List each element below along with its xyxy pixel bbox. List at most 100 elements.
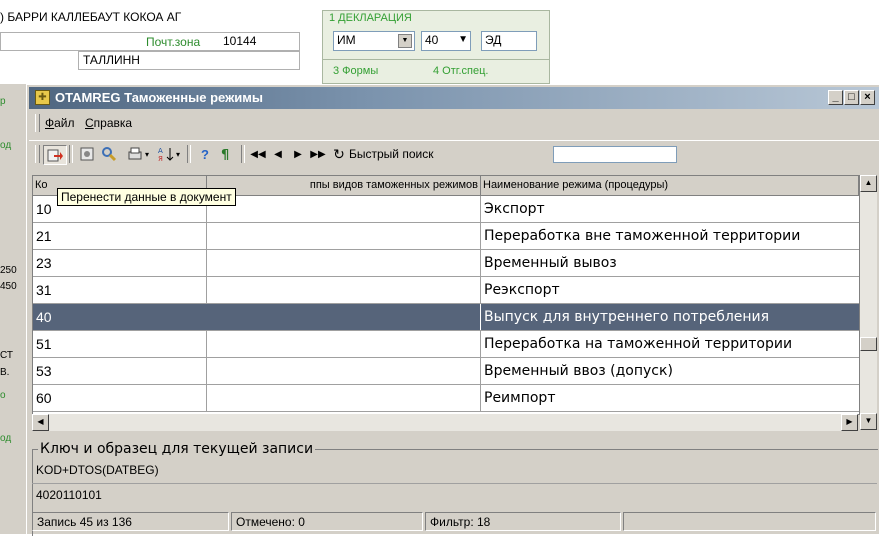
cell-group bbox=[207, 358, 481, 384]
status-marked: Отмечено: 0 bbox=[231, 512, 423, 531]
refresh-icon: ↻ bbox=[333, 145, 345, 162]
last-icon: ▶▶ bbox=[310, 148, 326, 160]
first-record-button[interactable]: ◀◀ bbox=[249, 145, 267, 163]
table-row[interactable]: 60 Реимпорт bbox=[33, 385, 859, 412]
cell-name: Переработка вне таможенной территории bbox=[484, 228, 801, 244]
group-legend: Ключ и образец для текущей записи bbox=[38, 441, 316, 457]
horizontal-scrollbar[interactable]: ◀ ▶ bbox=[32, 414, 858, 431]
refresh-button[interactable]: ↻ bbox=[331, 145, 347, 163]
svg-text:Я: Я bbox=[158, 155, 163, 162]
side-fragment: од bbox=[0, 140, 12, 151]
cell-code: 53 bbox=[33, 358, 207, 384]
divider bbox=[32, 483, 877, 484]
cell-name: Переработка на таможенной территории bbox=[484, 336, 793, 352]
spec-label: 4 Отг.спец. bbox=[433, 65, 489, 77]
cell-group bbox=[207, 304, 481, 330]
cell-name: Реэкспорт bbox=[484, 282, 560, 298]
table-row[interactable]: 51 Переработка на таможенной территории bbox=[33, 331, 859, 358]
table-row[interactable]: 53 Временный ввоз (допуск) bbox=[33, 358, 859, 385]
properties-button[interactable] bbox=[77, 145, 97, 163]
find-icon bbox=[102, 147, 117, 162]
postal-zone-value[interactable]: 10144 bbox=[223, 34, 256, 48]
cell-group bbox=[207, 223, 481, 249]
find-button[interactable] bbox=[99, 145, 119, 163]
print-icon bbox=[128, 147, 142, 160]
minimize-button[interactable]: _ bbox=[828, 90, 843, 105]
help-icon: ? bbox=[201, 146, 209, 162]
scroll-left-button[interactable]: ◀ bbox=[32, 414, 49, 431]
window-title: OTAMREG Таможенные режимы bbox=[55, 90, 263, 105]
table-row[interactable]: 23 Временный вывоз bbox=[33, 250, 859, 277]
otamreg-window: ✚ OTAMREG Таможенные режимы _ □ × Файл С… bbox=[26, 84, 879, 536]
cell-group bbox=[207, 385, 481, 411]
prev-record-button[interactable]: ◀ bbox=[271, 145, 285, 163]
menubar-grip bbox=[35, 114, 40, 132]
cell-name: Выпуск для внутреннего потребления bbox=[484, 309, 770, 325]
dropdown-arrow-icon[interactable]: ▼ bbox=[398, 34, 412, 48]
status-record: Запись 45 из 136 bbox=[32, 512, 229, 531]
cell-name: Временный ввоз (допуск) bbox=[484, 363, 673, 379]
toolbar-grip bbox=[35, 145, 40, 163]
side-fragment: о bbox=[0, 390, 6, 401]
menu-file[interactable]: Файл bbox=[45, 116, 75, 130]
app-icon: ✚ bbox=[35, 90, 50, 105]
close-button[interactable]: × bbox=[860, 90, 875, 105]
decl-type-select[interactable]: ИМ ▼ bbox=[333, 31, 415, 51]
side-fragment: р bbox=[0, 96, 6, 107]
scroll-down-button[interactable]: ▼ bbox=[860, 413, 877, 430]
menu-help[interactable]: Справка bbox=[85, 116, 132, 130]
scroll-up-button[interactable]: ▲ bbox=[860, 175, 877, 192]
svg-text:A: A bbox=[158, 147, 163, 155]
city-value: ТАЛЛИНН bbox=[83, 53, 140, 67]
divider bbox=[323, 59, 549, 60]
sort-menu-button[interactable]: AЯ ▾ bbox=[155, 145, 183, 163]
next-record-button[interactable]: ▶ bbox=[291, 145, 305, 163]
side-fragment: В. bbox=[0, 367, 10, 378]
declaration-label: 1 ДЕКЛАРАЦИЯ bbox=[329, 12, 412, 24]
table-row[interactable]: 31 Реэкспорт bbox=[33, 277, 859, 304]
vertical-scrollbar[interactable]: ▲ ▼ bbox=[860, 175, 877, 430]
decl-ed-field[interactable]: ЭД bbox=[481, 31, 537, 51]
last-record-button[interactable]: ▶▶ bbox=[309, 145, 327, 163]
paragraph-icon: ¶ bbox=[221, 148, 229, 162]
table-row[interactable]: 21 Переработка вне таможенной территории bbox=[33, 223, 859, 250]
cell-name: Экспорт bbox=[484, 201, 545, 217]
transfer-to-document-button[interactable] bbox=[43, 145, 67, 165]
quick-search-input[interactable] bbox=[553, 146, 677, 163]
cell-code: 23 bbox=[33, 250, 207, 276]
dropdown-arrow-icon[interactable]: ▼ bbox=[458, 34, 468, 45]
company-name: ) БАРРИ КАЛЛЕБАУТ КОКОА АГ bbox=[0, 10, 182, 24]
print-menu-button[interactable]: ▾ bbox=[123, 145, 153, 163]
left-strip bbox=[0, 84, 26, 534]
decl-type-value: ИМ bbox=[337, 33, 356, 47]
regimes-table: Ко ппы видов таможенных режимов Наименов… bbox=[32, 175, 860, 415]
table-row[interactable]: 40 Выпуск для внутреннего потребления bbox=[33, 304, 859, 331]
window-titlebar[interactable]: ✚ OTAMREG Таможенные режимы _ □ × bbox=[29, 87, 879, 109]
declaration-box: 1 ДЕКЛАРАЦИЯ ИМ ▼ 40 ▼ ЭД 3 Формы 4 Отг.… bbox=[322, 10, 550, 84]
paragraph-button[interactable]: ¶ bbox=[217, 145, 237, 163]
decl-procedure-select[interactable]: 40 ▼ bbox=[421, 31, 471, 51]
decl-ed-value: ЭД bbox=[485, 33, 502, 47]
cell-code: 31 bbox=[33, 277, 207, 303]
scroll-right-button[interactable]: ▶ bbox=[841, 414, 858, 431]
column-header-name[interactable]: Наименование режима (процедуры) bbox=[481, 176, 859, 196]
menubar: Файл Справка bbox=[29, 112, 879, 134]
city-field[interactable]: ТАЛЛИНН bbox=[78, 51, 300, 70]
tooltip: Перенести данные в документ bbox=[57, 188, 236, 206]
toolbar: ▾ AЯ ▾ ? ¶ ◀◀ ◀ ▶ ▶▶ ↻ Быстрый поиск bbox=[29, 140, 879, 167]
column-header-group[interactable]: ппы видов таможенных режимов bbox=[207, 176, 481, 196]
side-fragment: 450 bbox=[0, 281, 17, 292]
cell-code: 40 bbox=[33, 304, 207, 330]
next-icon: ▶ bbox=[294, 148, 302, 160]
scroll-thumb[interactable] bbox=[860, 337, 877, 351]
toolbar-separator bbox=[241, 145, 245, 163]
key-expression: KOD+DTOS(DATBEG) bbox=[36, 463, 159, 477]
cell-code: 21 bbox=[33, 223, 207, 249]
side-fragment: СТ bbox=[0, 350, 13, 361]
help-button[interactable]: ? bbox=[195, 145, 215, 163]
forms-label: 3 Формы bbox=[333, 65, 379, 77]
maximize-button[interactable]: □ bbox=[844, 90, 859, 105]
svg-text:¶: ¶ bbox=[221, 148, 229, 162]
cell-code: 60 bbox=[33, 385, 207, 411]
cell-name: Реимпорт bbox=[484, 390, 556, 406]
